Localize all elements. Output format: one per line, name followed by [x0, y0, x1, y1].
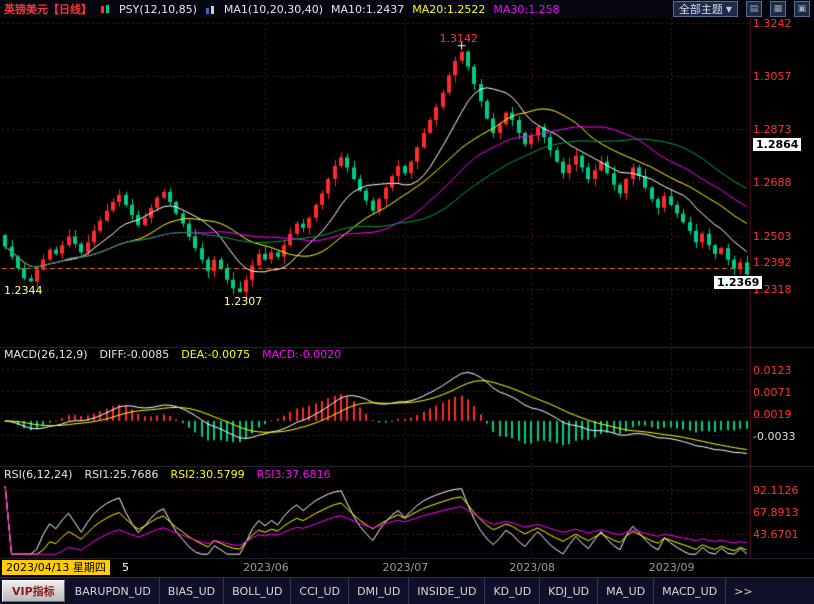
rsi-panel-header: RSI(6,12,24) RSI1:25.7686 RSI2:30.5799 R… — [4, 468, 331, 481]
macd-axis-label: 0.0071 — [753, 386, 792, 399]
tab-barupdn-ud[interactable]: BARUPDN_UD — [67, 578, 160, 604]
rsi-axis-label: 92.1126 — [753, 484, 799, 497]
layout-single-icon[interactable]: ▤ — [746, 1, 762, 17]
price-axis-label: 1.3242 — [753, 17, 792, 30]
theme-selector-label: 全部主题 — [679, 1, 723, 17]
indicator-tabbar: VIP指标 BARUPDN_UD BIAS_UD BOLL_UD CCI_UD … — [0, 577, 814, 604]
ma-group-label[interactable]: MA1(10,20,30,40) — [224, 3, 323, 16]
tab-kdj-ud[interactable]: KDJ_UD — [540, 578, 598, 604]
x-axis-month-label: 2023/06 — [243, 561, 289, 574]
swing-low-label: 1.2307 — [224, 295, 263, 308]
trading-terminal: 英镑美元【日线】 PSY(12,10,85) MA1(10,20,30,40) … — [0, 0, 814, 604]
price-tag: 1.2864 — [753, 138, 801, 151]
price-tag: 1.2369 — [714, 276, 762, 289]
x-axis-month-label: 2023/08 — [509, 561, 555, 574]
macd-hist-value: MACD:-0.0020 — [262, 348, 341, 361]
layout-grid-icon[interactable]: ▦ — [770, 1, 786, 17]
macd-panel-header: MACD(26,12,9) DIFF:-0.0085 DEA:-0.0075 M… — [4, 348, 341, 361]
candles-icon[interactable] — [100, 4, 111, 15]
theme-selector[interactable]: 全部主题 ▼ — [673, 1, 738, 17]
x-axis-month-label: 2023/09 — [649, 561, 695, 574]
price-axis-label: 1.3057 — [753, 70, 792, 83]
chart-canvas[interactable] — [0, 0, 814, 604]
x-axis-month-label: 2023/07 — [383, 561, 429, 574]
price-axis-label: 1.2873 — [753, 123, 792, 136]
rsi3-value: RSI3:37.6816 — [257, 468, 331, 481]
chevron-down-icon: ▼ — [726, 5, 732, 14]
swing-high-label: 1.3142 — [440, 32, 479, 45]
tab-cci-ud[interactable]: CCI_UD — [291, 578, 349, 604]
macd-dea-value: DEA:-0.0075 — [181, 348, 250, 361]
price-axis-label: 1.2688 — [753, 176, 792, 189]
macd-axis-label: 0.0019 — [753, 408, 792, 421]
more-tabs-button[interactable]: >> — [726, 578, 760, 604]
macd-params[interactable]: MACD(26,12,9) — [4, 348, 88, 361]
price-axis-label: 1.2503 — [753, 230, 792, 243]
macd-diff-value: DIFF:-0.0085 — [100, 348, 170, 361]
ma10-value: MA10:1.2437 — [331, 3, 404, 16]
tab-dmi-ud[interactable]: DMI_UD — [349, 578, 409, 604]
rsi1-value: RSI1:25.7686 — [84, 468, 158, 481]
rsi-params[interactable]: RSI(6,12,24) — [4, 468, 72, 481]
rsi2-value: RSI2:30.5799 — [171, 468, 245, 481]
tab-macd-ud[interactable]: MACD_UD — [654, 578, 726, 604]
x-axis-row: 2023/04/13 星期四 5 2023/06 2023/07 2023/08… — [0, 559, 814, 577]
tab-boll-ud[interactable]: BOLL_UD — [224, 578, 291, 604]
tab-kd-ud[interactable]: KD_UD — [485, 578, 540, 604]
symbol-title: 英镑美元【日线】 — [4, 1, 92, 17]
layout-full-icon[interactable]: ▣ — [794, 1, 810, 17]
date-badge: 2023/04/13 星期四 — [2, 560, 110, 575]
top-toolbar: 英镑美元【日线】 PSY(12,10,85) MA1(10,20,30,40) … — [0, 0, 814, 18]
axis-extra-text: 5 — [122, 561, 129, 574]
tab-bias-ud[interactable]: BIAS_UD — [160, 578, 224, 604]
ref-price-label: 1.2392 — [753, 256, 792, 269]
psy-indicator-label[interactable]: PSY(12,10,85) — [119, 3, 197, 16]
swing-low-label: 1.2344 — [4, 284, 43, 297]
ma-indicator-icon[interactable] — [205, 4, 216, 15]
rsi-axis-label: 67.8913 — [753, 506, 799, 519]
tab-ma-ud[interactable]: MA_UD — [598, 578, 654, 604]
tab-vip-indicators[interactable]: VIP指标 — [2, 580, 65, 602]
ma20-value: MA20:1.2522 — [412, 3, 485, 16]
rsi-axis-label: 43.6701 — [753, 528, 799, 541]
tab-inside-ud[interactable]: INSIDE_UD — [409, 578, 485, 604]
ma30-value: MA30:1.258 — [493, 3, 559, 16]
macd-axis-label: 0.0123 — [753, 364, 792, 377]
macd-axis-label: -0.0033 — [753, 430, 795, 443]
